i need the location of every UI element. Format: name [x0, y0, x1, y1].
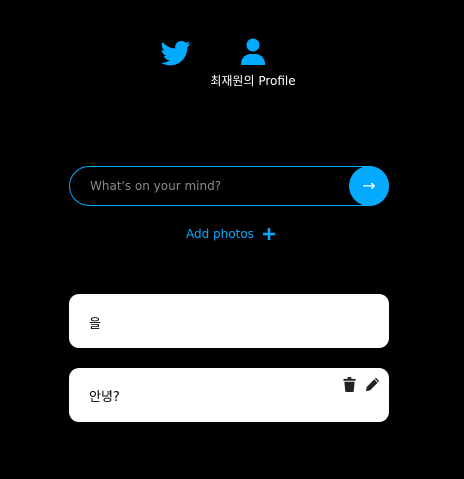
tweet-card: 안녕? — [69, 368, 389, 422]
trash-icon[interactable] — [342, 377, 357, 392]
user-icon — [241, 38, 265, 65]
home-link[interactable] — [160, 38, 191, 68]
pencil-icon[interactable] — [365, 377, 380, 392]
twitter-bird-icon — [160, 41, 191, 66]
add-photos-label: Add photos — [186, 227, 254, 241]
add-photos-button[interactable]: Add photos — [186, 225, 275, 243]
submit-button[interactable]: → — [349, 166, 389, 206]
profile-label: 최재원의 Profile — [210, 74, 296, 88]
tweet-card: 을 — [69, 294, 389, 348]
tweet-text: 안녕? — [89, 390, 120, 405]
tweet-form: → — [69, 166, 389, 206]
profile-link[interactable]: 최재원의 Profile — [205, 38, 301, 92]
top-nav: 최재원의 Profile — [0, 38, 464, 98]
tweet-actions — [342, 377, 380, 392]
plus-icon — [262, 228, 275, 240]
tweet-input[interactable] — [69, 166, 389, 206]
tweet-text: 을 — [89, 317, 101, 332]
